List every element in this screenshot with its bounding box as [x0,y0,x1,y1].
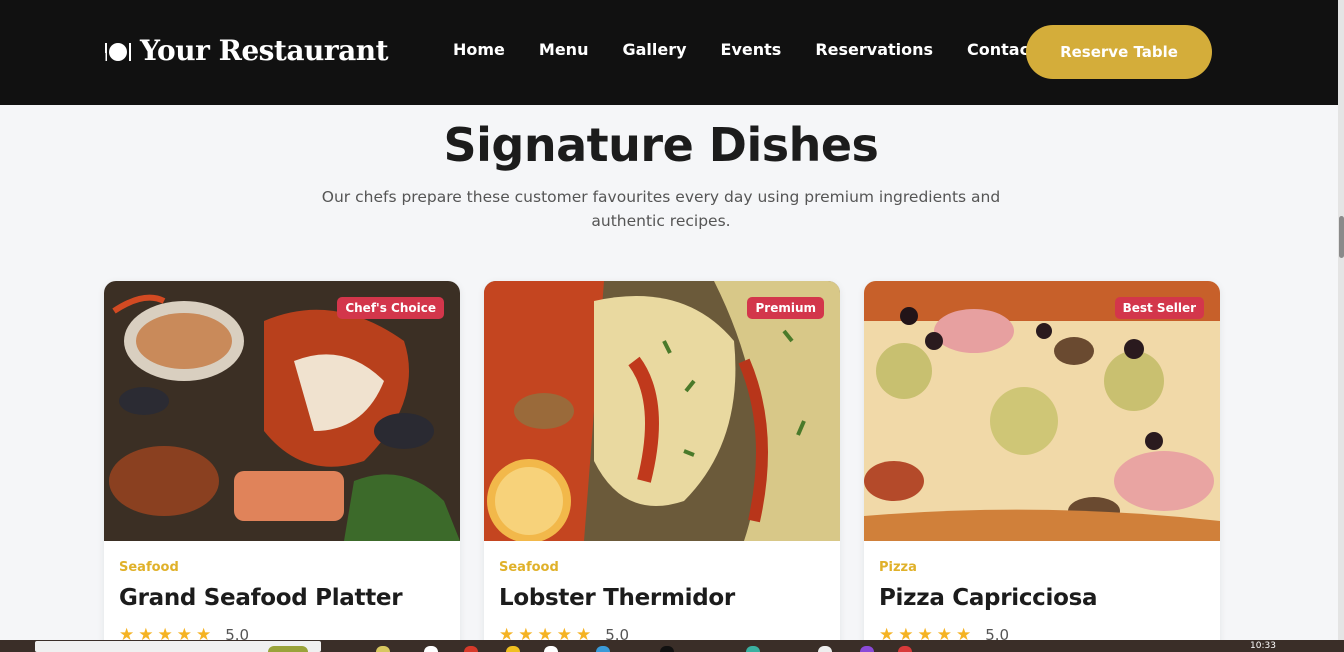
reserve-table-button[interactable]: Reserve Table [1026,25,1212,79]
card-title[interactable]: Pizza Capricciosa [879,585,1098,611]
section-subtitle: Our chefs prepare these customer favouri… [321,188,1001,230]
taskbar-clock[interactable]: 10:33 [1250,641,1276,651]
nav-gallery[interactable]: Gallery [622,40,686,59]
card-badge: Chef's Choice [337,297,444,319]
nav-home[interactable]: Home [453,40,505,59]
taskbar-app-icon[interactable] [464,646,478,652]
taskbar-app-icon[interactable] [544,646,558,652]
taskbar-app-icon[interactable] [898,646,912,652]
brand-name: Your Restaurant [140,34,389,67]
card-category: Seafood [119,560,179,575]
card-badge: Best Seller [1114,297,1204,319]
taskbar-weather-icon[interactable] [268,646,308,652]
taskbar-app-icon[interactable] [506,646,520,652]
nav-menu[interactable]: Menu [539,40,589,59]
section-title: Signature Dishes [443,118,879,172]
plate-cutlery-icon [105,42,131,61]
scrollbar-thumb[interactable] [1339,216,1344,258]
dish-image-lobster-thermidor[interactable] [484,281,840,541]
taskbar-app-icon[interactable] [376,646,390,652]
page-scrollbar[interactable] [1338,0,1344,640]
nav-reservations[interactable]: Reservations [815,40,933,59]
card-badge: Premium [747,297,824,319]
dish-card[interactable]: Chef's Choice Seafood Grand Seafood Plat… [104,281,460,652]
card-category: Pizza [879,560,917,575]
brand-logo[interactable]: Your Restaurant [104,34,389,67]
taskbar-app-icon[interactable] [818,646,832,652]
dish-image-seafood-platter[interactable] [104,281,460,541]
dish-image-pizza-capricciosa[interactable] [864,281,1220,541]
taskbar-app-icon[interactable] [860,646,874,652]
main-nav: Home Menu Gallery Events Reservations Co… [453,40,1071,59]
taskbar-app-icon[interactable] [424,646,438,652]
taskbar-app-icon[interactable] [660,646,674,652]
taskbar-app-icon[interactable] [746,646,760,652]
navbar: Your Restaurant Home Menu Gallery Events… [0,0,1338,105]
card-title[interactable]: Lobster Thermidor [499,585,735,611]
dish-card[interactable]: Best Seller Pizza Pizza Capricciosa ★ ★ … [864,281,1220,652]
dish-card[interactable]: Premium Seafood Lobster Thermidor ★ ★ ★ … [484,281,840,652]
card-title[interactable]: Grand Seafood Platter [119,585,403,611]
nav-events[interactable]: Events [721,40,782,59]
card-category: Seafood [499,560,559,575]
taskbar-app-icon[interactable] [596,646,610,652]
